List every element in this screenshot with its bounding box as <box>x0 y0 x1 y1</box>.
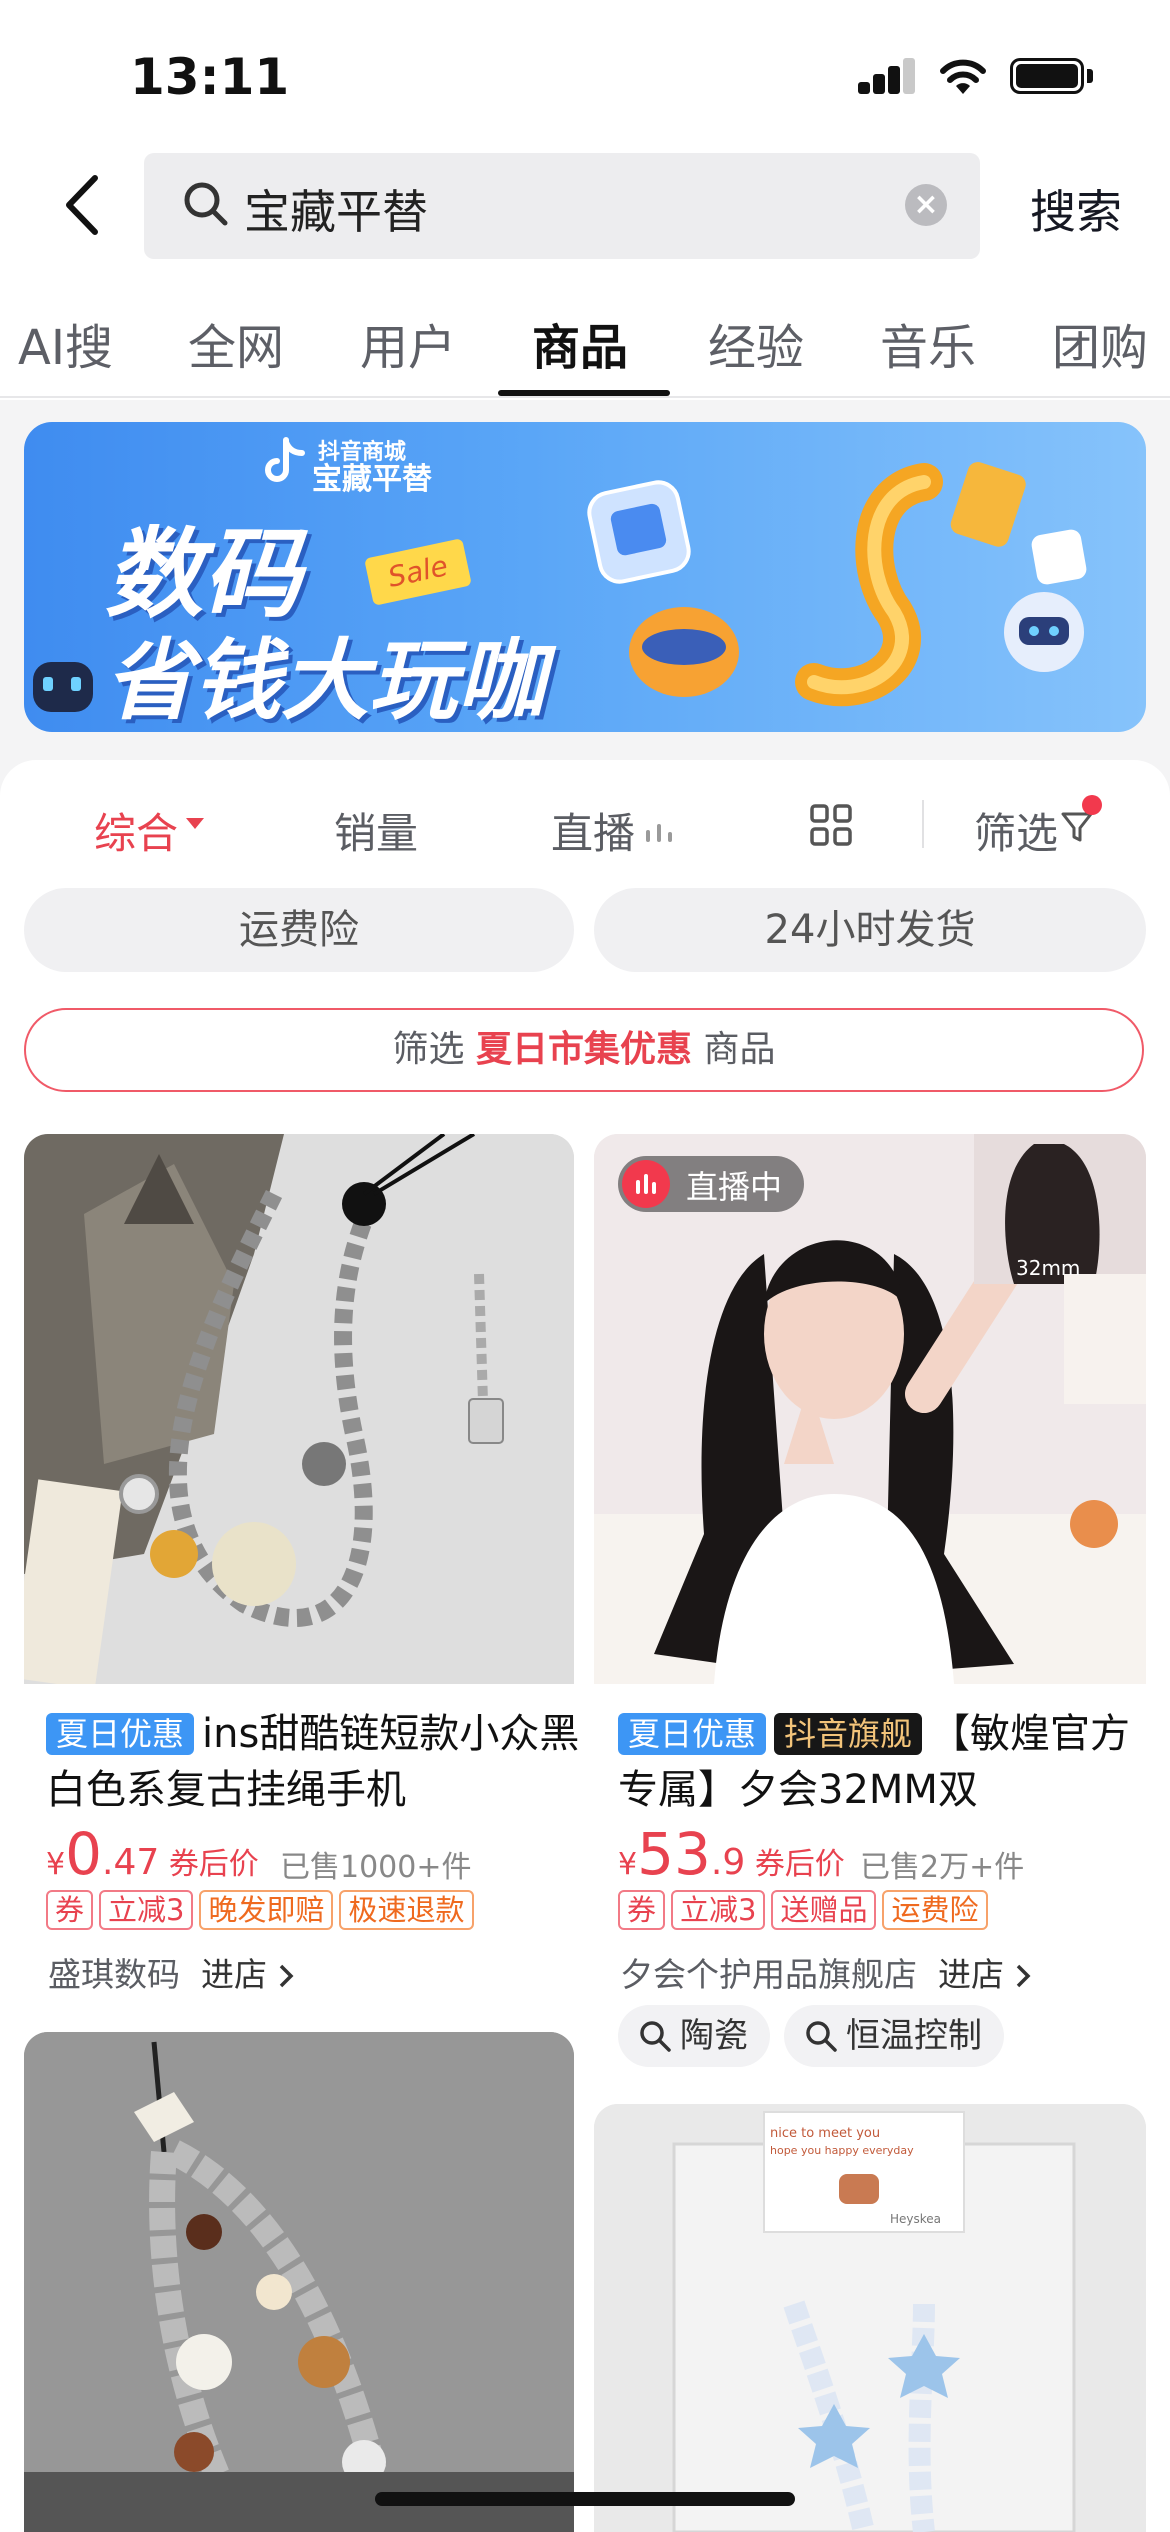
product-title[interactable]: 夏日优惠 ins甜酷链短款小众黑白色系复古挂绳手机 <box>46 1706 581 1818</box>
shop-name: 夕会个护用品旗舰店 <box>620 1955 917 1994</box>
banner-logo-subtitle: 宝藏平替 <box>312 462 432 497</box>
clear-icon[interactable]: × <box>905 184 947 226</box>
product-tags: 券立减3 晚发即赔 极速退款 <box>46 1890 480 1930</box>
summer-discount-badge: 夏日优惠 <box>618 1713 767 1755</box>
battery-icon <box>1010 58 1084 94</box>
product-tags: 券立减3 送赠品 运费险 <box>618 1890 994 1930</box>
flagship-badge: 抖音旗舰 <box>774 1713 923 1755</box>
product-image[interactable] <box>594 2104 1146 2532</box>
status-time: 13:11 <box>130 48 290 106</box>
tab-all-web[interactable]: 全网 <box>188 308 284 378</box>
filter-button[interactable]: 筛选 <box>974 800 1058 861</box>
tab-ai-search[interactable]: AI搜 <box>18 308 113 378</box>
thumbnail-size-label: 32mm <box>1016 1256 1081 1280</box>
price-integer: 0 <box>65 1820 102 1888</box>
discount-tag: 立减3 <box>99 1890 194 1930</box>
summer-discount-badge: 夏日优惠 <box>46 1713 195 1755</box>
card-caption: nice to meet you <box>770 2126 881 2141</box>
service-tag: 运费险 <box>882 1890 988 1930</box>
product-price: ¥53.9 券后价 <box>618 1820 845 1888</box>
service-tag: 晚发即赔 <box>199 1890 334 1930</box>
enter-shop-label: 进店 <box>200 1955 267 1994</box>
grid-view-icon[interactable] <box>810 804 852 846</box>
chevron-right-icon <box>1017 1964 1031 1988</box>
keyword-chip-ceramic[interactable]: 陶瓷 <box>618 2005 770 2067</box>
douyin-logo-icon <box>265 437 305 482</box>
cellular-signal-icon <box>858 58 916 94</box>
tab-experience[interactable]: 经验 <box>708 308 804 378</box>
product-image[interactable] <box>594 1134 1146 1684</box>
divider <box>922 800 924 848</box>
tab-users[interactable]: 用户 <box>360 308 456 378</box>
search-icon <box>184 182 228 226</box>
gift-tag: 送赠品 <box>771 1890 877 1930</box>
price-note: 券后价 <box>168 1847 259 1882</box>
tab-products[interactable]: 商品 <box>532 308 628 378</box>
chevron-right-icon <box>280 1964 294 1988</box>
keyword-chip-temperature[interactable]: 恒温控制 <box>784 2005 1004 2067</box>
live-wave-icon <box>646 824 672 842</box>
chip-24h-shipping[interactable]: 24小时发货 <box>594 888 1146 972</box>
price-decimal: .47 <box>102 1842 160 1883</box>
service-tag: 极速退款 <box>339 1890 474 1930</box>
currency-symbol: ¥ <box>46 1847 66 1882</box>
currency-symbol: ¥ <box>618 1847 638 1882</box>
sort-comprehensive[interactable]: 综合 <box>94 800 178 861</box>
promo-filter-bar[interactable]: 筛选 夏日市集优惠 商品 <box>24 1008 1144 1092</box>
sort-sales[interactable]: 销量 <box>334 800 418 861</box>
promo-suffix: 商品 <box>703 1029 776 1070</box>
card-caption-sub: hope you happy everyday <box>770 2144 914 2157</box>
live-icon <box>622 1160 670 1208</box>
search-query[interactable]: 宝藏平替 <box>244 176 428 242</box>
sold-count: 已售1000+件 <box>280 1850 472 1885</box>
product-title[interactable]: 夏日优惠 抖音旗舰 【敏煌官方专属】夕会32MM双 <box>618 1706 1153 1818</box>
card-signature: Heyskea <box>890 2212 942 2226</box>
product-image[interactable] <box>24 1134 574 1684</box>
tab-group-buy[interactable]: 团购 <box>1052 308 1148 378</box>
wifi-icon <box>940 59 986 94</box>
search-icon <box>640 2021 671 2052</box>
shop-link[interactable]: 夕会个护用品旗舰店 进店 <box>620 1948 1032 1996</box>
promo-prefix: 筛选 <box>392 1029 465 1070</box>
back-arrow-icon[interactable] <box>55 170 115 240</box>
coupon-tag: 券 <box>46 1890 94 1930</box>
caret-down-icon <box>186 818 204 829</box>
filter-funnel-icon[interactable] <box>1060 810 1094 844</box>
product-image[interactable] <box>24 2032 574 2532</box>
discount-tag: 立减3 <box>671 1890 766 1930</box>
battery-tip <box>1087 69 1093 83</box>
filter-notification-dot <box>1082 795 1102 815</box>
sort-live[interactable]: 直播 <box>551 800 635 861</box>
product-price: ¥0.47 券后价 <box>46 1820 259 1888</box>
coupon-tag: 券 <box>618 1890 666 1930</box>
live-status-label: 直播中 <box>686 1168 783 1206</box>
tab-music[interactable]: 音乐 <box>880 308 976 378</box>
home-indicator[interactable] <box>375 2492 795 2506</box>
shop-link[interactable]: 盛琪数码 进店 <box>48 1948 295 1996</box>
promo-highlight: 夏日市集优惠 <box>475 1029 692 1070</box>
divider <box>0 396 1170 398</box>
banner-subtitle: 省钱大玩咖 <box>105 629 546 732</box>
keyword-label: 恒温控制 <box>846 2016 982 2056</box>
search-button[interactable]: 搜索 <box>1030 176 1122 242</box>
enter-shop-label: 进店 <box>937 1955 1004 1994</box>
keyword-label: 陶瓷 <box>680 2016 748 2056</box>
price-integer: 53 <box>637 1820 711 1888</box>
price-decimal: .9 <box>710 1842 746 1883</box>
price-note: 券后价 <box>754 1847 845 1882</box>
sold-count: 已售2万+件 <box>860 1850 1025 1885</box>
shop-name: 盛琪数码 <box>48 1955 180 1994</box>
chip-shipping-insurance[interactable]: 运费险 <box>24 888 574 972</box>
search-icon <box>806 2021 837 2052</box>
